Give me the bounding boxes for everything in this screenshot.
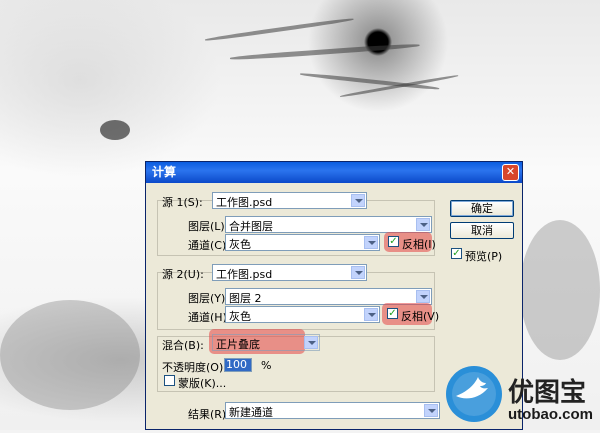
blend-label: 混合(B): xyxy=(162,339,204,352)
background-streak xyxy=(204,17,354,42)
opacity-label: 不透明度(O): xyxy=(162,361,227,374)
source1-channel-select[interactable]: 灰色 xyxy=(225,234,380,251)
source2-channel-value: 灰色 xyxy=(229,310,251,323)
source1-layer-label: 图层(L): xyxy=(188,220,229,233)
source1-file-value: 工作图.psd xyxy=(216,196,273,209)
chevron-down-icon xyxy=(364,308,378,321)
dialog-titlebar: 计算 ✕ xyxy=(146,162,522,183)
source1-label: 源 1(S): xyxy=(162,196,203,209)
source2-file-value: 工作图.psd xyxy=(216,268,273,281)
source2-label: 源 2(U): xyxy=(162,268,204,281)
source1-channel-label: 通道(C): xyxy=(188,239,230,252)
source2-layer-value: 图层 2 xyxy=(229,292,262,305)
chevron-down-icon xyxy=(416,290,430,303)
opacity-unit: % xyxy=(261,359,272,372)
watermark-logo: 优图宝 utobao.com xyxy=(440,356,600,430)
result-select[interactable]: 新建通道 xyxy=(225,402,440,419)
chevron-down-icon xyxy=(424,404,438,417)
source2-invert-checkbox[interactable]: ✓ xyxy=(387,308,398,319)
background-tree xyxy=(0,300,140,410)
chevron-down-icon xyxy=(304,336,318,349)
opacity-input[interactable]: 100 xyxy=(224,358,252,372)
mask-checkbox[interactable] xyxy=(164,375,175,386)
background-tree xyxy=(520,220,600,360)
source2-file-select[interactable]: 工作图.psd xyxy=(212,264,367,281)
source1-layer-select[interactable]: 合并图层 xyxy=(225,216,432,233)
chevron-down-icon xyxy=(416,218,430,231)
close-icon: ✕ xyxy=(505,165,516,178)
mask-label: 蒙版(K)... xyxy=(178,377,227,390)
dialog-title: 计算 xyxy=(152,165,177,179)
source2-channel-select[interactable]: 灰色 xyxy=(225,306,380,323)
background-spot xyxy=(100,120,130,140)
source1-layer-value: 合并图层 xyxy=(229,220,273,233)
chevron-down-icon xyxy=(351,194,365,207)
source1-invert-label: 反相(I) xyxy=(402,238,436,251)
preview-checkbox[interactable]: ✓ xyxy=(451,248,462,259)
preview-label: 预览(P) xyxy=(465,250,503,263)
opacity-value: 100 xyxy=(226,358,247,371)
blend-mode-select[interactable]: 正片叠底 xyxy=(212,334,320,351)
source1-invert-checkbox[interactable]: ✓ xyxy=(388,236,399,247)
source2-invert-label: 反相(V) xyxy=(401,310,440,323)
watermark-brand: 优图宝 xyxy=(508,378,587,408)
close-button[interactable]: ✕ xyxy=(502,164,519,181)
source1-channel-value: 灰色 xyxy=(229,238,251,251)
source1-file-select[interactable]: 工作图.psd xyxy=(212,192,367,209)
watermark-url: utobao.com xyxy=(508,406,593,423)
background-streak xyxy=(229,42,420,61)
cancel-button[interactable]: 取消 xyxy=(450,222,514,239)
result-value: 新建通道 xyxy=(229,406,273,419)
result-label: 结果(R): xyxy=(188,408,230,421)
chevron-down-icon xyxy=(351,266,365,279)
chevron-down-icon xyxy=(364,236,378,249)
ok-button[interactable]: 确定 xyxy=(450,200,514,217)
source2-layer-label: 图层(Y): xyxy=(188,292,230,305)
blend-mode-value: 正片叠底 xyxy=(216,338,260,351)
